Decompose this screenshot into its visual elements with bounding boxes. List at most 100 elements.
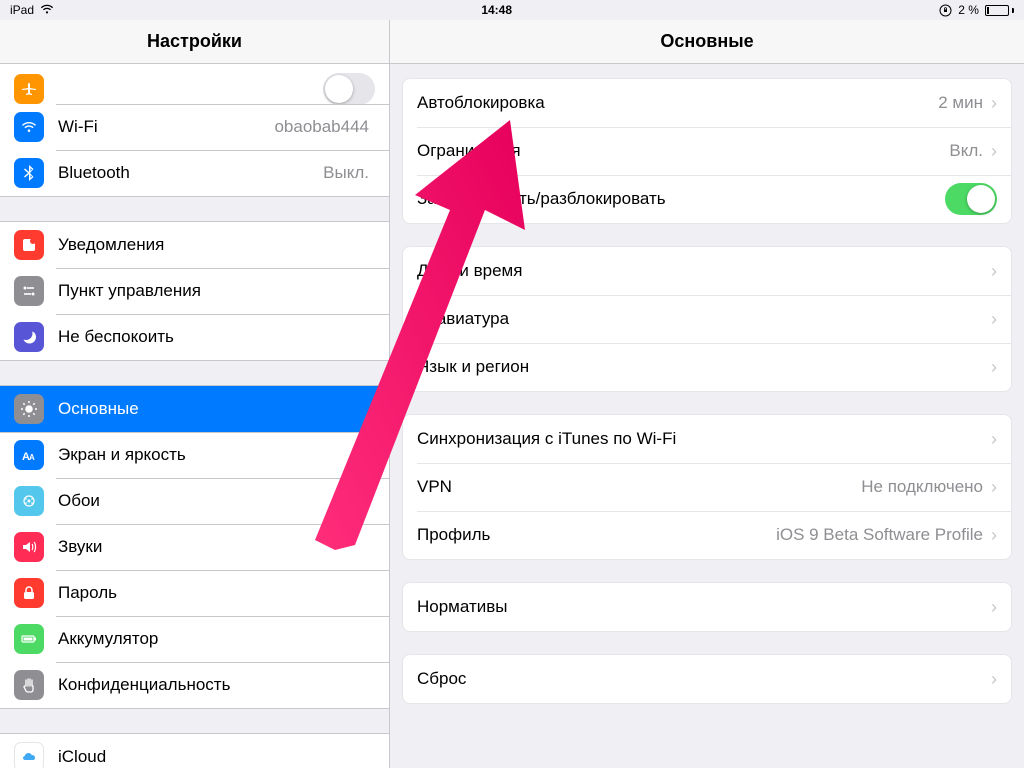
sidebar-item-airplane[interactable] <box>0 64 389 104</box>
control-center-icon <box>14 276 44 306</box>
bluetooth-value: Выкл. <box>323 163 369 183</box>
sounds-icon <box>14 532 44 562</box>
detail-row-datetime[interactable]: Дата и время › <box>403 247 1011 295</box>
detail-row-label: Сброс <box>417 669 991 689</box>
detail-group-lock: Автоблокировка 2 мин › Ограничения Вкл. … <box>402 78 1012 224</box>
sidebar-item-label: Wi-Fi <box>58 117 274 137</box>
sidebar-group-icloud: iCloud <box>0 733 389 768</box>
restrictions-value: Вкл. <box>949 141 983 161</box>
sidebar-item-label: Bluetooth <box>58 163 323 183</box>
settings-sidebar: Настройки Wi-Fi ob <box>0 20 390 768</box>
sidebar-item-display[interactable]: AA Экран и яркость <box>0 432 389 478</box>
detail-row-label: Клавиатура <box>417 309 991 329</box>
detail-row-language[interactable]: Язык и регион › <box>403 343 1011 391</box>
sidebar-item-label: Конфиденциальность <box>58 675 375 695</box>
sidebar-item-dnd[interactable]: Не беспокоить <box>0 314 389 360</box>
battery-icon <box>985 5 1014 16</box>
detail-pane: Основные Автоблокировка 2 мин › Ограниче… <box>390 20 1024 768</box>
chevron-right-icon: › <box>991 478 997 496</box>
detail-row-regulatory[interactable]: Нормативы › <box>403 583 1011 631</box>
detail-group-datetime: Дата и время › Клавиатура › Язык и регио… <box>402 246 1012 392</box>
detail-row-restrictions[interactable]: Ограничения Вкл. › <box>403 127 1011 175</box>
sidebar-group-network: Wi-Fi obaobab444 Bluetooth Выкл. <box>0 64 389 197</box>
profile-value: iOS 9 Beta Software Profile <box>776 525 983 545</box>
autolock-value: 2 мин <box>938 93 983 113</box>
detail-row-label: Автоблокировка <box>417 93 938 113</box>
airplane-toggle[interactable] <box>323 73 375 104</box>
detail-row-label: Язык и регион <box>417 357 991 377</box>
sidebar-title: Настройки <box>0 20 389 64</box>
sidebar-item-privacy[interactable]: Конфиденциальность <box>0 662 389 708</box>
chevron-right-icon: › <box>991 262 997 280</box>
sidebar-item-label: iCloud <box>58 747 375 767</box>
detail-group-sync: Синхронизация с iTunes по Wi-Fi › VPN Не… <box>402 414 1012 560</box>
sidebar-item-notifications[interactable]: Уведомления <box>0 222 389 268</box>
lock-icon <box>14 578 44 608</box>
display-icon: AA <box>14 440 44 470</box>
sidebar-group-notifications: Уведомления Пункт управления Не беспокои… <box>0 221 389 361</box>
status-bar: iPad 14:48 2 % <box>0 0 1024 20</box>
clock-label: 14:48 <box>481 3 512 17</box>
chevron-right-icon: › <box>991 358 997 376</box>
sidebar-item-label: Уведомления <box>58 235 375 255</box>
sidebar-item-icloud[interactable]: iCloud <box>0 734 389 768</box>
chevron-right-icon: › <box>991 94 997 112</box>
sidebar-item-passcode[interactable]: Пароль <box>0 570 389 616</box>
wallpaper-icon <box>14 486 44 516</box>
chevron-right-icon: › <box>991 310 997 328</box>
sidebar-item-label: Пункт управления <box>58 281 375 301</box>
battery-icon <box>14 624 44 654</box>
sidebar-item-label: Не беспокоить <box>58 327 375 347</box>
sidebar-item-battery[interactable]: Аккумулятор <box>0 616 389 662</box>
notifications-icon <box>14 230 44 260</box>
sidebar-item-control-center[interactable]: Пункт управления <box>0 268 389 314</box>
hand-icon <box>14 670 44 700</box>
sidebar-item-bluetooth[interactable]: Bluetooth Выкл. <box>0 150 389 196</box>
sidebar-item-general[interactable]: Основные <box>0 386 389 432</box>
detail-row-keyboard[interactable]: Клавиатура › <box>403 295 1011 343</box>
gear-icon <box>14 394 44 424</box>
detail-row-label: Заблокировать/разблокировать <box>417 189 945 209</box>
rotation-lock-icon <box>939 4 952 17</box>
sidebar-item-label: Обои <box>58 491 375 511</box>
sidebar-item-label: Экран и яркость <box>58 445 375 465</box>
detail-row-label: Нормативы <box>417 597 991 617</box>
chevron-right-icon: › <box>991 142 997 160</box>
sidebar-item-label: Звуки <box>58 537 375 557</box>
detail-group-regulatory: Нормативы › <box>402 582 1012 632</box>
svg-text:A: A <box>29 453 35 462</box>
sidebar-item-wallpaper[interactable]: Обои <box>0 478 389 524</box>
detail-title: Основные <box>390 20 1024 64</box>
wifi-icon <box>40 3 54 17</box>
dnd-icon <box>14 322 44 352</box>
vpn-value: Не подключено <box>861 477 983 497</box>
sidebar-item-label: Основные <box>58 399 375 419</box>
detail-row-autolock[interactable]: Автоблокировка 2 мин › <box>403 79 1011 127</box>
chevron-right-icon: › <box>991 670 997 688</box>
wifi-icon <box>14 112 44 142</box>
wifi-network-value: obaobab444 <box>274 117 369 137</box>
bluetooth-icon <box>14 158 44 188</box>
detail-row-profile[interactable]: Профиль iOS 9 Beta Software Profile › <box>403 511 1011 559</box>
detail-row-label: Ограничения <box>417 141 949 161</box>
detail-group-reset: Сброс › <box>402 654 1012 704</box>
detail-row-label: VPN <box>417 477 861 497</box>
detail-row-reset[interactable]: Сброс › <box>403 655 1011 703</box>
detail-row-lock-unlock[interactable]: Заблокировать/разблокировать <box>403 175 1011 223</box>
detail-row-label: Дата и время <box>417 261 991 281</box>
lock-unlock-toggle[interactable] <box>945 183 997 215</box>
sidebar-item-label: Аккумулятор <box>58 629 375 649</box>
sidebar-item-sounds[interactable]: Звуки <box>0 524 389 570</box>
chevron-right-icon: › <box>991 526 997 544</box>
chevron-right-icon: › <box>991 598 997 616</box>
sidebar-item-label: Пароль <box>58 583 375 603</box>
sidebar-item-wifi[interactable]: Wi-Fi obaobab444 <box>0 104 389 150</box>
airplane-icon <box>14 74 44 104</box>
chevron-right-icon: › <box>991 430 997 448</box>
detail-row-itunes-sync[interactable]: Синхронизация с iTunes по Wi-Fi › <box>403 415 1011 463</box>
detail-row-label: Синхронизация с iTunes по Wi-Fi <box>417 429 991 449</box>
detail-row-vpn[interactable]: VPN Не подключено › <box>403 463 1011 511</box>
battery-percentage: 2 % <box>958 3 979 17</box>
cloud-icon <box>14 742 44 768</box>
sidebar-group-general: Основные AA Экран и яркость Обои <box>0 385 389 709</box>
